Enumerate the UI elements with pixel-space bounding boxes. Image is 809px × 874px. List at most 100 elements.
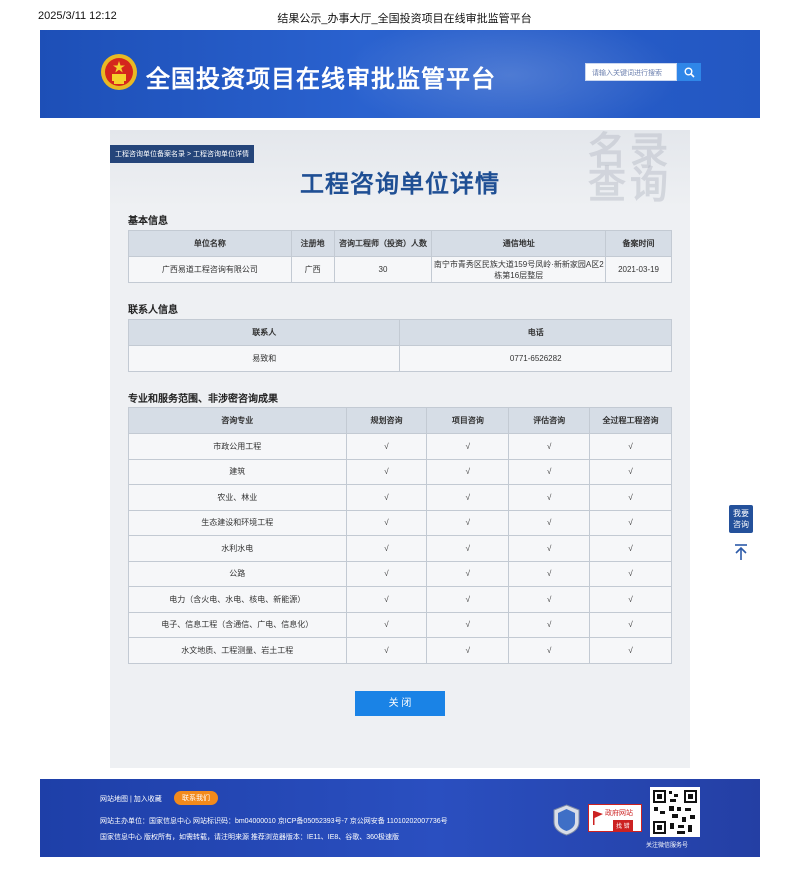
gov-site-error-report-badge[interactable]: 政府网站 找 错 bbox=[588, 804, 642, 832]
service-check: √ bbox=[589, 433, 672, 460]
specialty-name: 水文地质、工程测量、岩土工程 bbox=[128, 637, 347, 664]
service-check: √ bbox=[508, 458, 591, 485]
service-check: √ bbox=[508, 484, 591, 511]
service-check: √ bbox=[589, 560, 672, 587]
contact-info-table: 联系人 电话 易致和 0771-6526282 bbox=[127, 319, 672, 372]
service-check: √ bbox=[508, 560, 591, 587]
table-row: 电子、信息工程（含通信、广电、信息化） √ √ √ √ bbox=[128, 611, 672, 638]
column-header: 咨询工程师（投资）人数 bbox=[333, 230, 433, 257]
service-check: √ bbox=[508, 586, 591, 613]
footer-copyright: 国家信息中心 版权所有，如需转载，请注明来源 推荐浏览器版本：IE11、IE8、… bbox=[100, 834, 399, 841]
specialty-name: 电力（含火电、水电、核电、新能源） bbox=[128, 586, 347, 613]
service-check: √ bbox=[345, 484, 428, 511]
service-check: √ bbox=[426, 560, 510, 587]
scope-table: 咨询专业 规划咨询 项目咨询 评估咨询 全过程工程咨询 市政公用工程 √ √ √ √ 建筑… bbox=[128, 407, 672, 664]
service-check: √ bbox=[345, 611, 428, 638]
service-check: √ bbox=[589, 458, 672, 485]
contact-person: 易致和 bbox=[127, 345, 401, 372]
detail-panel: 名录 查询 工程咨询单位备案名录 > 工程咨询单位详情 工程咨询单位详情 基本信… bbox=[110, 130, 690, 768]
column-header: 通信地址 bbox=[431, 230, 607, 257]
column-header: 咨询专业 bbox=[128, 407, 347, 434]
column-header: 全过程工程咨询 bbox=[589, 407, 672, 434]
column-header: 项目咨询 bbox=[426, 407, 510, 434]
contact-info-title: 联系人信息 bbox=[128, 305, 178, 316]
service-check: √ bbox=[426, 509, 510, 536]
column-header: 单位名称 bbox=[128, 230, 292, 257]
service-check: √ bbox=[426, 458, 510, 485]
table-row: 广西易道工程咨询有限公司 广西 30 南宁市青秀区民族大道159号凤岭·新新家园… bbox=[128, 256, 672, 283]
table-row: 农业、林业 √ √ √ √ bbox=[128, 484, 672, 511]
print-header: 2025/3/11 12:12 结果公示_办事大厅_全国投资项目在线审批监管平台 bbox=[0, 10, 809, 26]
service-check: √ bbox=[426, 611, 510, 638]
flag-icon bbox=[593, 811, 603, 825]
service-check: √ bbox=[345, 458, 428, 485]
service-check: √ bbox=[345, 560, 428, 587]
page-title: 工程咨询单位详情 bbox=[300, 170, 500, 198]
table-row: 易致和 0771-6526282 bbox=[127, 345, 672, 372]
qr-caption: 关注微信服务号 bbox=[646, 843, 689, 849]
specialty-name: 市政公用工程 bbox=[128, 433, 347, 460]
table-row: 生态建设和环境工程 √ √ √ √ bbox=[128, 509, 672, 536]
service-check: √ bbox=[426, 535, 510, 562]
service-check: √ bbox=[589, 637, 672, 664]
party-gov-badge-icon[interactable] bbox=[553, 804, 580, 836]
specialty-name: 水利水电 bbox=[128, 535, 347, 562]
footer-links[interactable]: 网站地图 | 加入收藏 bbox=[100, 794, 162, 804]
scope-title: 专业和服务范围、非涉密咨询成果 bbox=[128, 394, 278, 405]
close-button[interactable]: 关 闭 bbox=[355, 691, 445, 716]
specialty-name: 生态建设和环境工程 bbox=[128, 509, 347, 536]
table-row: 水利水电 √ √ √ √ bbox=[128, 535, 672, 562]
table-row: 电力（含火电、水电、核电、新能源） √ √ √ √ bbox=[128, 586, 672, 613]
national-emblem-icon bbox=[101, 54, 137, 90]
service-check: √ bbox=[508, 509, 591, 536]
column-header: 规划咨询 bbox=[345, 407, 428, 434]
filing-date: 2021-03-19 bbox=[605, 256, 672, 283]
service-check: √ bbox=[589, 586, 672, 613]
site-title: 全国投资项目在线审批监管平台 bbox=[146, 65, 496, 93]
service-check: √ bbox=[508, 433, 591, 460]
service-check: √ bbox=[508, 637, 591, 664]
table-row: 公路 √ √ √ √ bbox=[128, 560, 672, 587]
column-header: 备案时间 bbox=[605, 230, 672, 257]
service-check: √ bbox=[508, 535, 591, 562]
column-header: 联系人 bbox=[127, 319, 401, 346]
contact-phone: 0771-6526282 bbox=[399, 345, 672, 372]
service-check: √ bbox=[345, 586, 428, 613]
service-check: √ bbox=[345, 509, 428, 536]
service-check: √ bbox=[508, 611, 591, 638]
service-check: √ bbox=[589, 484, 672, 511]
wechat-qr-code bbox=[650, 787, 700, 837]
search-icon bbox=[684, 67, 695, 78]
service-check: √ bbox=[426, 484, 510, 511]
specialty-name: 公路 bbox=[128, 560, 347, 587]
contact-us-button[interactable]: 联系我们 bbox=[174, 791, 218, 805]
breadcrumb[interactable]: 工程咨询单位备案名录 > 工程咨询单位详情 bbox=[110, 145, 254, 163]
specialty-name: 建筑 bbox=[128, 458, 347, 485]
column-header: 注册地 bbox=[290, 230, 335, 257]
table-row: 市政公用工程 √ √ √ √ bbox=[128, 433, 672, 460]
column-header: 评估咨询 bbox=[508, 407, 591, 434]
basic-info-title: 基本信息 bbox=[128, 216, 168, 227]
consult-button[interactable]: 我要咨询 bbox=[729, 505, 753, 533]
consult-label: 我要咨询 bbox=[733, 509, 749, 529]
search-button[interactable] bbox=[677, 63, 701, 81]
footer-info-line: 网站主办单位：国家信息中心 网站标识码：bm04000010 京ICP备0505… bbox=[100, 818, 448, 825]
site-footer: 网站地图 | 加入收藏 联系我们 网站主办单位：国家信息中心 网站标识码：bm0… bbox=[40, 779, 760, 857]
print-page-title: 结果公示_办事大厅_全国投资项目在线审批监管平台 bbox=[277, 13, 532, 25]
service-check: √ bbox=[589, 535, 672, 562]
specialty-name: 农业、林业 bbox=[128, 484, 347, 511]
registered-place: 广西 bbox=[290, 256, 335, 283]
service-check: √ bbox=[589, 509, 672, 536]
service-check: √ bbox=[426, 433, 510, 460]
table-row: 建筑 √ √ √ √ bbox=[128, 458, 672, 485]
back-to-top-icon[interactable] bbox=[733, 543, 749, 561]
mailing-address: 南宁市青秀区民族大道159号凤岭·新新家园A区2栋第16层整层 bbox=[431, 256, 607, 283]
search-input[interactable]: 请输入关键词进行搜索 bbox=[585, 63, 677, 81]
service-check: √ bbox=[345, 535, 428, 562]
service-check: √ bbox=[426, 586, 510, 613]
specialty-name: 电子、信息工程（含通信、广电、信息化） bbox=[128, 611, 347, 638]
service-check: √ bbox=[589, 611, 672, 638]
basic-info-table: 单位名称 注册地 咨询工程师（投资）人数 通信地址 备案时间 广西易道工程咨询有… bbox=[128, 230, 672, 283]
service-check: √ bbox=[345, 637, 428, 664]
unit-name: 广西易道工程咨询有限公司 bbox=[128, 256, 292, 283]
